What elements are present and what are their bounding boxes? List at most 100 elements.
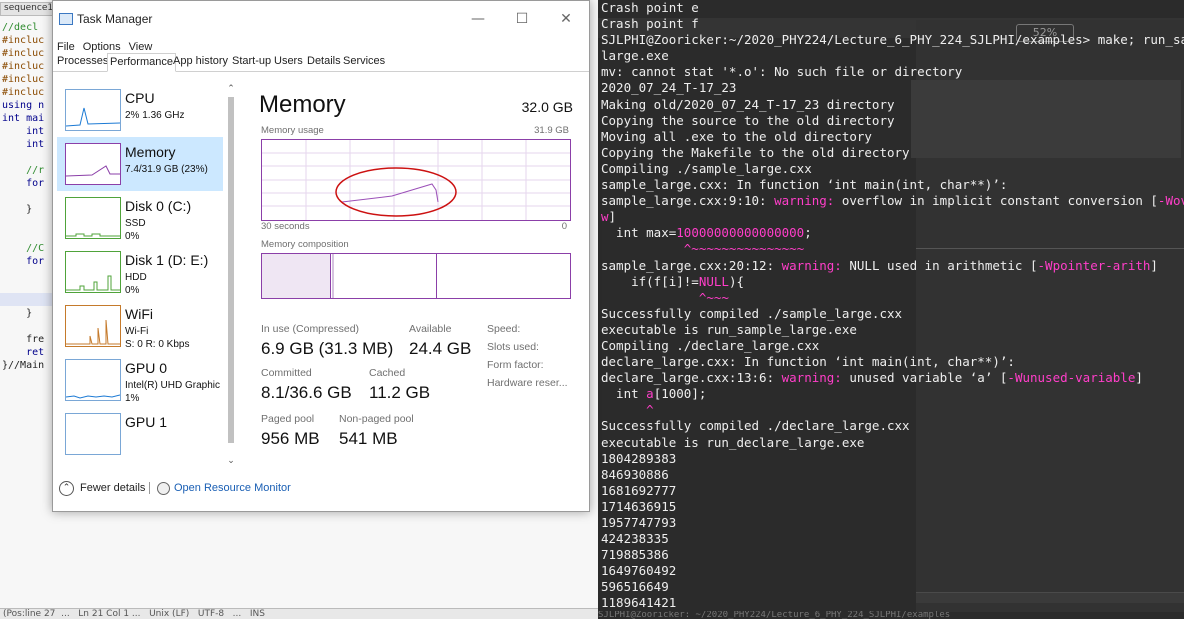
tab-performance[interactable]: Performance	[107, 53, 176, 72]
terminal-line: ^~~~~~~~~~~~~~~~	[601, 241, 1184, 257]
terminal-text: declare_large.cxx:13:6:	[601, 370, 782, 386]
caret-marker: ^~~~	[601, 289, 729, 305]
terminal-line: 1957747793	[601, 515, 1184, 531]
terminal-line: ^	[601, 402, 1184, 418]
code-line: #incluc	[2, 87, 45, 98]
terminal-text: SJLPHI@Zooricker:~/2020_PHY224/Lecture_6…	[601, 32, 1184, 48]
sidebar-item-wifi[interactable]: WiFi Wi-Fi S: 0 R: 0 Kbps	[57, 299, 223, 353]
code-area[interactable]: //decl #incluc #incluc #incluc #incluc #inclu…	[2, 21, 44, 372]
sidebar-item-stat: 2% 1.36 GHz	[125, 110, 185, 121]
sidebar-item-stat2: 0%	[125, 231, 140, 242]
scroll-down-icon[interactable]: ⌄	[225, 455, 237, 467]
gpu1-mini-graph	[65, 413, 121, 455]
terminal-text: 1649760492	[601, 563, 677, 579]
maximize-button[interactable]: ☐	[505, 7, 539, 31]
warning-text: NULL	[698, 273, 729, 289]
page-title: Memory	[259, 91, 346, 118]
code-line: #incluc	[2, 35, 45, 46]
terminal-text: ;	[804, 225, 812, 241]
warning-text: a	[646, 386, 654, 402]
sidebar-item-disk-1[interactable]: Disk 1 (D: E:) HDD 0%	[57, 245, 223, 299]
editor-status-bar: (Pos:line 27 ... Ln 21 Col 1 ... Unix (L…	[0, 608, 598, 619]
terminal-text: Crash point f	[601, 16, 699, 32]
sidebar-item-disk-0[interactable]: Disk 0 (C:) SSD 0%	[57, 191, 223, 245]
editor-file-tab[interactable]: sequence1	[0, 2, 58, 16]
terminal-text: 1957747793	[601, 515, 677, 530]
paged-pool-value: 956 MB	[261, 429, 320, 448]
terminal-line: SJLPHI@Zooricker:~/2020_PHY224/Lecture_6…	[601, 32, 1184, 48]
sidebar-item-label: Disk 1 (D: E:)	[125, 252, 209, 268]
sidebar-item-memory[interactable]: Memory 7.4/31.9 GB (23%)	[57, 137, 223, 191]
terminal-output: Crash point e Crash point f SJLPHI@Zoorick…	[601, 0, 1184, 612]
caret-marker: ^~~~~~~~~~~~~~~~	[601, 241, 805, 257]
resource-monitor-icon	[157, 482, 170, 495]
open-resource-monitor-link[interactable]: Open Resource Monitor	[174, 482, 291, 494]
tab-app-history[interactable]: App history	[173, 55, 228, 67]
terminal-line: 1714636915	[601, 499, 1184, 515]
scrollbar-thumb[interactable]	[228, 97, 234, 443]
sidebar-scrollbar[interactable]: ⌃ ⌄	[225, 83, 237, 467]
task-manager-window[interactable]: Task Manager — ☐ ✕ File Options View Proce…	[52, 0, 590, 512]
terminal-line: Compiling ./sample_large.cxx	[601, 161, 1184, 177]
terminal-line: Successfully compiled ./declare_large.cx…	[601, 418, 1184, 434]
terminal-window[interactable]: 52% Crash point e Crash point f SJLPHI@Zoo…	[598, 0, 1184, 619]
terminal-text: Compiling ./sample_large.cxx	[601, 160, 812, 176]
fewer-details-button[interactable]: Fewer details	[80, 482, 145, 494]
minimize-button[interactable]: —	[461, 7, 495, 31]
terminal-text: executable is run_declare_large.exe	[601, 434, 865, 450]
sidebar-item-gpu-1[interactable]: GPU 1	[57, 407, 223, 461]
terminal-line: mv: cannot stat '*.o': No such file or d…	[601, 64, 1184, 80]
sidebar-item-cpu[interactable]: CPU 2% 1.36 GHz	[57, 83, 223, 137]
terminal-text: Copying the source to the old directory	[601, 112, 895, 128]
scroll-up-icon[interactable]: ⌃	[225, 83, 237, 95]
title-bar[interactable]: Task Manager — ☐ ✕	[53, 1, 589, 35]
close-button[interactable]: ✕	[549, 7, 583, 31]
sidebar-item-label: GPU 0	[125, 360, 168, 376]
terminal-line: w]	[601, 209, 1184, 225]
paged-pool-label: Paged pool	[261, 413, 315, 425]
memory-composition-label: Memory composition	[261, 239, 349, 250]
code-line: int mai	[2, 113, 45, 124]
sidebar-item-gpu-0[interactable]: GPU 0 Intel(R) UHD Graphic 1%	[57, 353, 223, 407]
warning-text: warning:	[781, 257, 842, 273]
non-paged-pool-value: 541 MB	[339, 429, 398, 448]
warning-text: warning:	[781, 370, 842, 386]
sidebar-item-label: Memory	[125, 144, 176, 160]
sidebar-item-stat2: 1%	[125, 393, 140, 404]
terminal-line: executable is run_sample_large.exe	[601, 322, 1184, 338]
sidebar-item-stat2: S: 0 R: 0 Kbps	[125, 339, 190, 350]
terminal-text: Crash point e	[601, 0, 699, 15]
chevron-up-icon[interactable]: ⌃	[59, 481, 74, 496]
terminal-prompt-status: SJLPHI@Zooricker: ~/2020_PHY224/Lecture_…	[598, 611, 951, 619]
terminal-line: 1681692777	[601, 483, 1184, 499]
memory-usage-graph	[261, 139, 571, 221]
terminal-line: Crash point f	[601, 16, 1184, 32]
tab-details[interactable]: Details	[307, 55, 341, 67]
sidebar-item-stat: 7.4/31.9 GB (23%)	[125, 164, 208, 175]
tab-services[interactable]: Services	[343, 55, 385, 67]
terminal-line: if(f[i]!=NULL){	[601, 274, 1184, 290]
terminal-text: Making old/2020_07_24_T-17_23 directory	[601, 96, 895, 112]
spec-form-factor-label: Form factor:	[487, 359, 544, 371]
tab-users[interactable]: Users	[274, 55, 303, 67]
warning-text: -Wpointer-arith	[1037, 257, 1151, 273]
tab-start-up[interactable]: Start-up	[232, 55, 271, 67]
memory-mini-graph	[65, 143, 121, 185]
code-line: for	[2, 178, 45, 189]
tab-processes[interactable]: Processes	[57, 55, 108, 67]
terminal-line: declare_large.cxx: In function ‘int main…	[601, 354, 1184, 370]
composition-divider	[436, 254, 437, 298]
terminal-text: if(f[i]!=	[601, 273, 699, 289]
terminal-line: 2020_07_24_T-17_23	[601, 80, 1184, 96]
non-paged-pool-label: Non-paged pool	[339, 413, 414, 425]
terminal-line: sample_large.cxx: In function ‘int main(…	[601, 177, 1184, 193]
terminal-text: large.exe	[601, 48, 669, 64]
terminal-line: Copying the source to the old directory	[601, 113, 1184, 129]
terminal-text: 424238335	[601, 531, 669, 547]
terminal-line: 1649760492	[601, 563, 1184, 579]
spec-slots-label: Slots used:	[487, 341, 539, 353]
disk1-mini-graph	[65, 251, 121, 293]
